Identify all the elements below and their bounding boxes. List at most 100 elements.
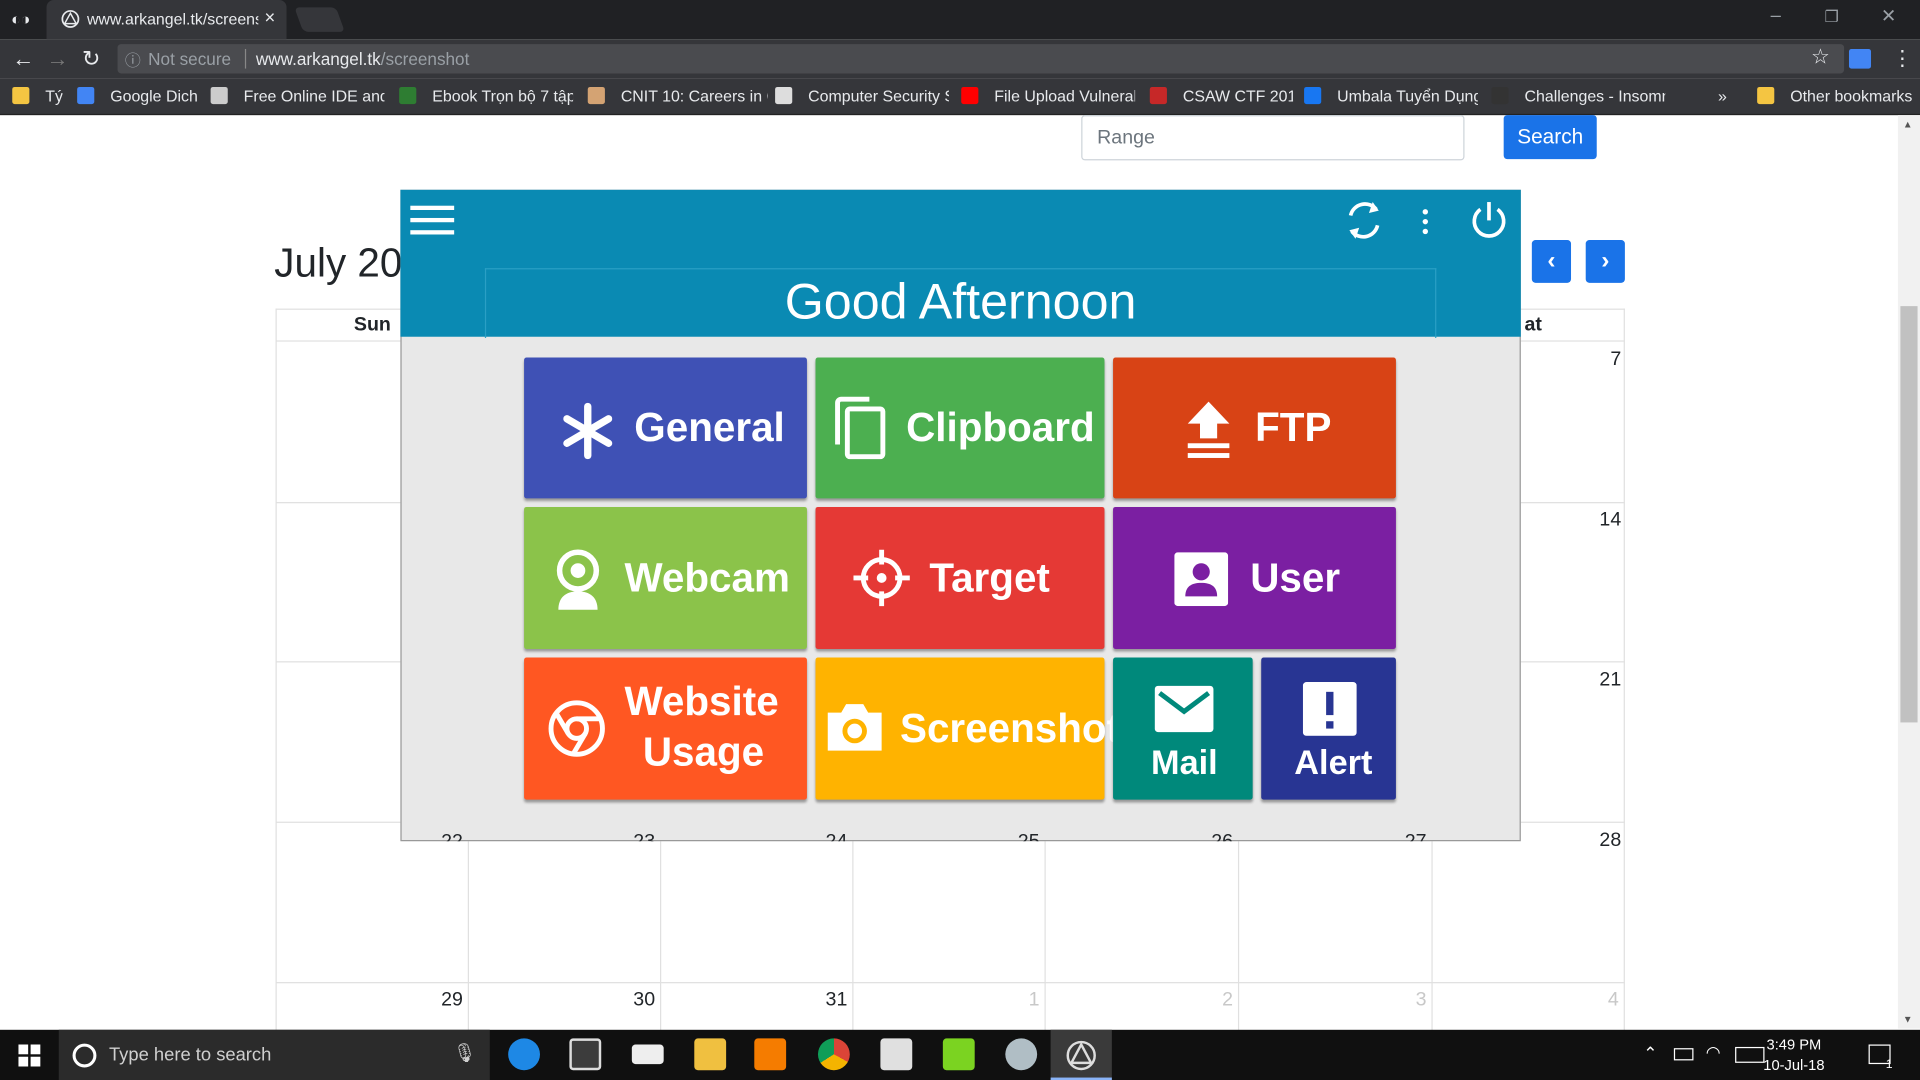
calendar-day-partial: 22 [409,831,463,841]
camtasia-icon[interactable] [942,1038,975,1071]
minimize-icon[interactable]: – [1771,5,1781,26]
file-explorer-icon[interactable] [694,1038,727,1071]
bookmark-item[interactable]: Tý [45,87,63,105]
bookmark-item[interactable]: Umbala Tuyển Dụng [1337,87,1478,105]
mail-label: Mail [1151,743,1218,782]
bookmark-item[interactable]: Computer Security S [808,87,949,105]
scroll-down-icon[interactable]: ▼ [1903,1014,1913,1025]
webcam-icon [556,549,600,610]
edge-icon[interactable] [508,1038,541,1071]
bookmark-item[interactable]: Challenges - Insomn [1524,87,1665,105]
arkangel-favicon-icon [61,10,80,28]
mail-tile[interactable]: Mail [1113,657,1253,800]
chrome-taskbar-icon[interactable] [817,1038,850,1071]
paint-icon[interactable] [1005,1038,1038,1071]
address-bar[interactable]: ⓘ Not secure www.arkangel.tk/screenshot … [117,44,1845,74]
ftp-label: FTP [1255,404,1332,450]
range-input[interactable]: Range [1081,115,1465,161]
new-tab-button[interactable] [294,7,345,32]
bookmarks-overflow-icon[interactable]: » [1718,87,1727,105]
target-tile[interactable]: Target [815,506,1105,649]
media-player-icon[interactable] [754,1038,787,1071]
bookmark-item[interactable]: CSAW CTF 2017 [1183,87,1293,105]
clipboard-tile[interactable]: Clipboard [815,357,1105,499]
arkangel-taskbar-button[interactable] [1050,1029,1112,1080]
other-bookmarks[interactable]: Other bookmarks [1790,87,1912,105]
hamburger-menu-icon[interactable] [410,203,455,237]
calendar-day-partial: 24 [793,831,848,841]
calendar-day[interactable]: 7 [1567,349,1621,371]
general-tile[interactable]: General [524,357,807,499]
calendar-day[interactable]: 21 [1567,670,1621,692]
scrollbar-thumb[interactable] [1900,306,1918,723]
reload-icon[interactable]: ↻ [82,47,100,73]
calendar-day[interactable]: 2 [1179,989,1233,1011]
user-tile[interactable]: User [1113,506,1396,649]
divider [244,48,247,69]
greeting-title: Good Afternoon [484,268,1437,338]
asterisk-icon [563,402,613,460]
general-label: General [634,404,785,450]
bookmark-favicon-icon [961,86,979,105]
user-label: User [1250,554,1341,601]
alert-tile[interactable]: Alert [1261,657,1396,800]
windows-start-icon[interactable] [18,1044,41,1067]
webcam-tile[interactable]: Webcam [524,506,807,649]
bookmark-favicon-icon [210,86,228,105]
calendar-day[interactable]: 28 [1567,830,1621,852]
screenshot-tile[interactable]: Screenshot [815,657,1120,800]
more-options-icon[interactable] [1419,208,1431,235]
bookmark-favicon-icon [12,86,30,105]
power-icon[interactable] [1469,200,1508,242]
bookmark-item[interactable]: Google Dich [110,87,198,105]
browser-tab[interactable]: www.arkangel.tk/screensh × [46,0,287,40]
bookmark-item[interactable]: Free Online IDE and [244,87,385,105]
calendar-day[interactable]: 29 [409,989,463,1011]
forward-icon[interactable]: → [47,47,69,73]
keyboard-icon[interactable] [1735,1046,1765,1063]
calendar-day[interactable]: 3 [1373,989,1427,1011]
calendar-day-partial: 26 [1179,831,1233,841]
store-icon[interactable] [569,1038,602,1071]
website-usage-tile[interactable]: Website Usage [524,657,807,800]
taskbar-search[interactable]: Type here to search 🎙 [58,1029,490,1080]
bookmark-favicon-icon [1304,86,1322,105]
show-hidden-icons-icon[interactable]: ⌃ [1643,1043,1657,1064]
calendar-day[interactable]: 1 [986,989,1040,1011]
menu-icon[interactable]: ⋮ [1892,47,1913,71]
translate-extension-icon[interactable] [1848,48,1872,69]
bookmark-item[interactable]: CNIT 10: Careers in C [621,87,768,105]
calendar-day[interactable]: 30 [601,989,655,1011]
bookmark-favicon-icon [775,86,793,105]
incognito-icon: ◐◑ [11,9,31,29]
refresh-icon[interactable] [1343,198,1385,242]
next-month-button[interactable]: › [1585,240,1625,283]
bookmark-item[interactable]: Ebook Trọn bộ 7 tập [432,87,573,105]
search-button[interactable]: Search [1503,115,1597,160]
mail-app-icon[interactable] [631,1044,664,1065]
prev-month-button[interactable]: ‹ [1531,240,1572,283]
folder-icon [1757,86,1775,105]
star-icon[interactable]: ☆ [1811,45,1830,69]
grid-line [275,982,1625,984]
wifi-icon[interactable]: ◠ [1706,1042,1721,1063]
microphone-icon[interactable]: 🎙 [453,1042,476,1064]
battery-icon[interactable] [1673,1048,1694,1061]
back-icon[interactable]: ← [12,47,34,73]
bookmark-item[interactable]: File Upload Vulnerab [994,87,1135,105]
bookmark-favicon-icon [1149,86,1167,105]
app-icon[interactable] [880,1038,913,1071]
close-window-icon[interactable]: ✕ [1881,5,1896,27]
calendar-day[interactable]: 4 [1565,989,1619,1011]
restore-icon[interactable]: ❐ [1824,7,1838,27]
scroll-up-icon[interactable]: ▲ [1903,119,1913,130]
tab-close-icon[interactable]: × [264,7,275,28]
clock[interactable]: 3:49 PM 10-Jul-18 [1763,1035,1824,1077]
ftp-tile[interactable]: FTP [1113,357,1396,499]
calendar-day[interactable]: 14 [1567,509,1621,531]
bookmark-favicon-icon [399,86,417,105]
bookmark-favicon-icon [77,86,95,105]
alert-icon [1302,682,1357,736]
calendar-day[interactable]: 31 [793,989,848,1011]
grid-line [660,821,662,1043]
